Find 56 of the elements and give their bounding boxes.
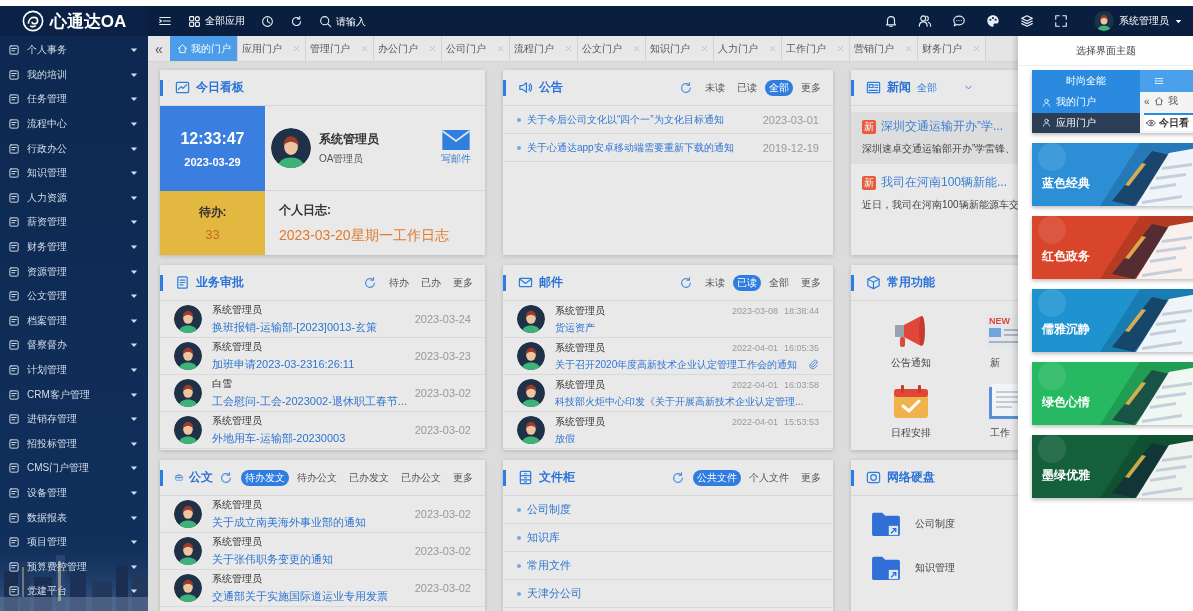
sender-name: 系统管理员: [555, 340, 605, 355]
clock-time: 12:33:47: [180, 129, 245, 148]
card-title: 公文: [189, 469, 213, 486]
todo-label: 待办:: [198, 204, 227, 221]
current-date: 2023-03-29: [184, 155, 241, 168]
notice-date: 2023-03-01: [762, 113, 819, 126]
mail-date: 2022-04-01: [731, 416, 778, 427]
mail-time: 16:03:58: [783, 379, 819, 390]
drawer-title: 选择界面主题: [1018, 36, 1193, 66]
preview-menu-item: 应用门户: [1032, 112, 1140, 133]
sender-name: 系统管理员: [555, 303, 605, 318]
mail-date: 2022-04-01: [731, 342, 778, 353]
card-title: 公告: [539, 79, 563, 96]
sender-name: 系统管理员: [212, 340, 263, 354]
sender-name: 系统管理员: [212, 572, 263, 586]
item-date: 2023-03-02: [414, 387, 471, 399]
user-name: 系统管理员: [319, 130, 379, 148]
todo-count: 33: [205, 227, 220, 242]
sender-name: 白雪: [212, 377, 233, 391]
sender-name: 系统管理员: [212, 498, 263, 512]
card-title: 网络硬盘: [887, 469, 935, 486]
notice-date: 2019-12-19: [762, 141, 819, 154]
mail-date: 2023-03-08: [731, 305, 778, 316]
card-title: 业务审批: [196, 274, 244, 291]
mail-time: 18:38:44: [783, 305, 819, 316]
item-date: 2023-03-02: [414, 582, 471, 594]
news-summary: 近日，我司在河南100辆新能源车交: [862, 198, 1020, 212]
sender-name: 系统管理员: [212, 535, 263, 549]
item-date: 2023-03-02: [414, 424, 471, 436]
card-title: 文件柜: [539, 469, 575, 486]
preview-panel-tab: 今日看: [1144, 112, 1193, 131]
mail-date: 2022-04-01: [731, 379, 778, 390]
new-badge: 新: [862, 175, 876, 190]
item-date: 2023-03-24: [414, 313, 471, 325]
item-date: 2023-03-02: [414, 508, 471, 520]
mail-time: 16:05:35: [783, 342, 819, 353]
card-title: 新闻: [887, 79, 911, 96]
log-label: 个人日志:: [279, 201, 332, 219]
preview-menu-item: 我的门户: [1032, 92, 1140, 113]
mail-time: 15:53:53: [783, 416, 819, 427]
card-title: 今日看板: [196, 79, 244, 96]
sender-name: 系统管理员: [555, 414, 605, 429]
new-badge: 新: [862, 119, 876, 134]
logo-text: 心通达OA: [49, 10, 127, 33]
item-date: 2023-03-23: [414, 350, 471, 362]
item-date: 2023-03-02: [414, 545, 471, 557]
sender-name: 系统管理员: [212, 414, 263, 428]
preview-title-bar: 时尚全能: [1032, 70, 1140, 92]
news-summary: 深圳速卓交通运输部开办”学雷锋、: [862, 142, 1017, 156]
sender-name: 系统管理员: [212, 303, 263, 317]
user-role: OA管理员: [319, 151, 365, 166]
sender-name: 系统管理员: [555, 377, 605, 392]
collapse-mark: «: [1144, 95, 1150, 107]
card-title: 邮件: [539, 274, 563, 291]
card-title: 常用功能: [887, 274, 935, 291]
preview-tab-label: 我: [1167, 94, 1178, 109]
